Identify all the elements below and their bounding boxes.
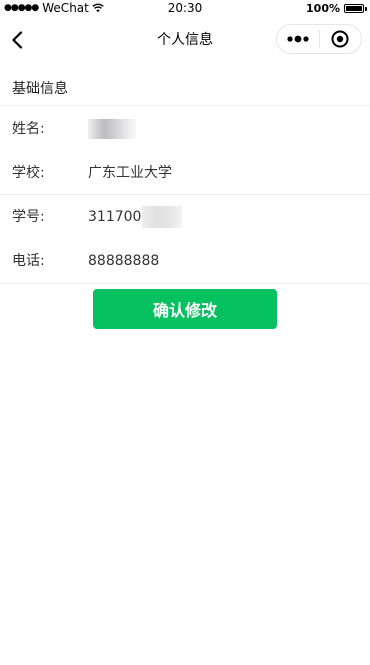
student-id-label: 学号: bbox=[12, 209, 45, 225]
more-dots-icon bbox=[287, 35, 309, 43]
redacted-name-blur bbox=[88, 119, 136, 139]
section-title: 基础信息 bbox=[0, 72, 370, 106]
mini-program-capsule bbox=[276, 24, 362, 54]
navigation-bar: 个人信息 bbox=[0, 16, 370, 64]
phone-value[interactable]: 88888888 bbox=[88, 239, 159, 283]
phone-label: 电话: bbox=[12, 253, 45, 269]
name-label: 姓名: bbox=[12, 121, 45, 137]
status-right: 100% bbox=[306, 0, 367, 16]
confirm-edit-button[interactable]: 确认修改 bbox=[93, 289, 277, 329]
field-row-student-id: 学号: 311700 bbox=[0, 195, 370, 239]
field-row-phone: 电话: 88888888 bbox=[0, 239, 370, 283]
redacted-id-blur bbox=[142, 206, 183, 228]
school-label: 学校: bbox=[12, 165, 45, 181]
field-row-name: 姓名: bbox=[0, 107, 370, 151]
more-button[interactable] bbox=[277, 25, 319, 53]
status-bar: ●●●●● WeChat 20:30 100% bbox=[0, 0, 370, 16]
close-mini-program-button[interactable] bbox=[320, 25, 361, 53]
name-value[interactable] bbox=[88, 107, 136, 151]
row-divider bbox=[0, 283, 370, 284]
school-value[interactable]: 广东工业大学 bbox=[88, 151, 172, 195]
battery-percentage: 100% bbox=[306, 1, 340, 15]
battery-icon bbox=[344, 3, 367, 13]
student-id-value[interactable]: 311700 bbox=[88, 195, 183, 239]
target-circle-icon bbox=[331, 30, 349, 48]
field-row-school: 学校: 广东工业大学 bbox=[0, 151, 370, 195]
